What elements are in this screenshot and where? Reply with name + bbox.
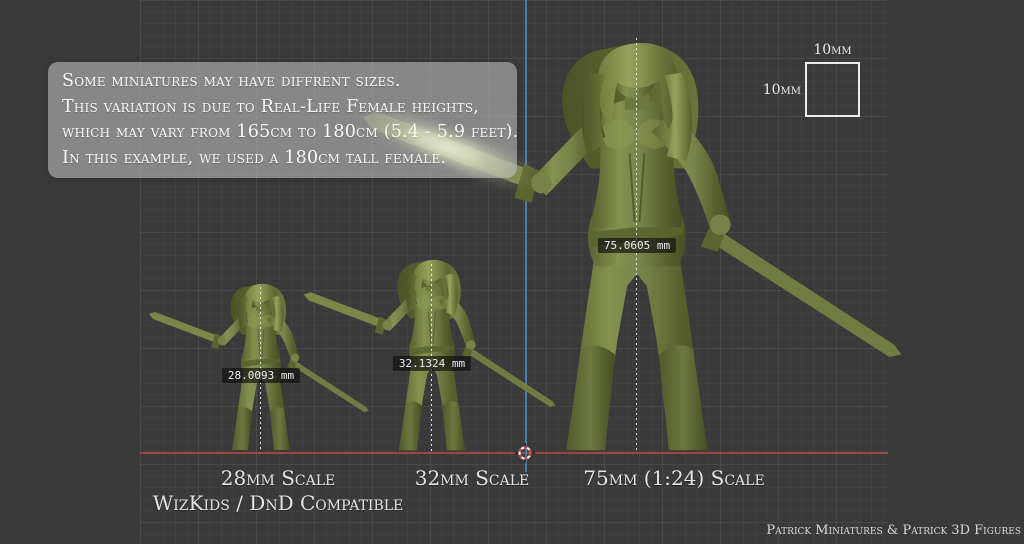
measurement-label-75mm: 75.0605 mm <box>598 238 676 253</box>
watermark-text: Patrick Miniatures & Patrick 3D Figures <box>766 523 1021 538</box>
measurement-label-32mm: 32.1324 mm <box>393 356 471 371</box>
scale-caption-32mm: 32mm Scale <box>372 466 572 490</box>
info-line-1: Some miniatures may have diffrent sizes. <box>62 69 503 95</box>
info-line-3: which may vary from 165cm to 180cm (5.4 … <box>62 120 503 146</box>
reference-square-top-label: 10mm <box>805 42 860 58</box>
info-line-4: In this example, we used a 180cm tall fe… <box>62 146 503 172</box>
reference-square-side-label: 10mm <box>746 82 801 98</box>
3d-cursor <box>515 443 535 463</box>
reference-square-10mm <box>805 62 860 117</box>
scale-caption-75mm: 75mm (1:24) Scale <box>574 466 774 490</box>
measurement-label-28mm: 28.0093 mm <box>222 368 300 383</box>
info-overlay-box: Some miniatures may have diffrent sizes.… <box>48 62 517 178</box>
info-line-2: This variation is due to Real-Life Femal… <box>62 95 503 121</box>
viewport-3d[interactable]: Some miniatures may have diffrent sizes.… <box>0 0 1024 544</box>
scale-caption-28mm: 28mm Scale <box>178 466 378 490</box>
scale-subcaption-28mm: WizKids / DnD Compatible <box>128 491 428 515</box>
